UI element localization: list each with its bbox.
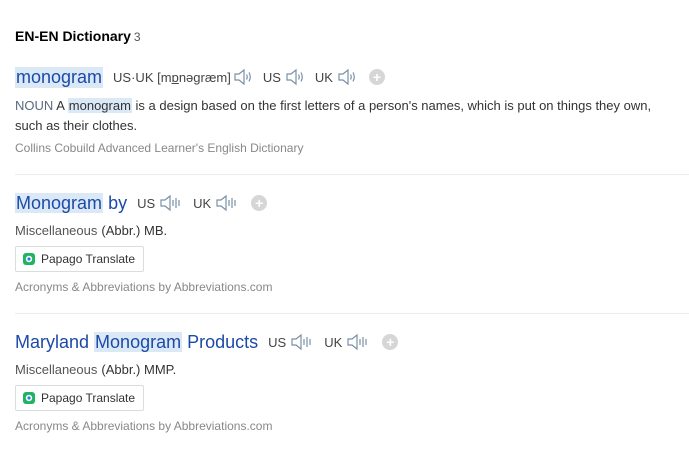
entry-word-link[interactable]: Monogram by <box>15 192 128 214</box>
pron-label-usuk: US·UK <box>113 69 154 85</box>
pronunciation-usuk: US·UK [m ɒ nəgræm] <box>113 68 253 86</box>
papago-translate-label: Papago Translate <box>41 391 136 405</box>
speaker-icon[interactable] <box>233 68 253 86</box>
papago-icon <box>23 253 35 265</box>
pron-label-us: US <box>262 69 281 85</box>
section-title: EN-EN Dictionary 3 <box>15 28 141 44</box>
pronunciation-uk: UK <box>324 333 370 351</box>
section-title-text: EN-EN Dictionary <box>15 28 131 44</box>
speaker-icon[interactable] <box>215 194 239 212</box>
entry-maryland-monogram-products: Maryland Monogram Products US UK + Misce… <box>15 330 689 433</box>
abbreviation: (Abbr.) MMP. <box>101 362 177 377</box>
category: Miscellaneous <box>15 223 98 238</box>
category-line: Miscellaneous (Abbr.) MB. <box>15 223 689 238</box>
dictionary-source: Collins Cobuild Advanced Learner's Engli… <box>15 141 304 155</box>
papago-translate-label: Papago Translate <box>41 252 136 266</box>
definition-highlight: monogram <box>67 98 132 113</box>
speaker-icon[interactable] <box>346 333 370 351</box>
papago-translate-button[interactable]: Papago Translate <box>15 246 145 272</box>
speaker-icon[interactable] <box>159 194 183 212</box>
pron-label-uk: UK <box>314 69 333 85</box>
entry-word-highlight: Monogram <box>94 331 183 352</box>
dictionary-panel: EN-EN Dictionary 3 monogram US·UK [m ɒ nəgr… <box>0 0 689 467</box>
category-line: Miscellaneous (Abbr.) MMP. <box>15 362 689 377</box>
ipa-part-3: nəgræm] <box>178 69 231 85</box>
speaker-icon[interactable] <box>290 333 314 351</box>
pron-label-uk: UK <box>193 195 212 211</box>
entry-monogram-by: Monogram by US UK + Miscellaneous (Abbr.)… <box>15 191 689 294</box>
pron-label-uk: UK <box>324 334 343 350</box>
entry-word-highlight: Monogram <box>15 192 104 213</box>
pronunciation-us: US <box>268 333 314 351</box>
papago-icon <box>23 392 35 404</box>
entry-word-post: Products <box>187 331 259 352</box>
result-count: 3 <box>133 30 141 44</box>
ipa-part-1: [m <box>157 69 172 85</box>
entry-divider <box>15 174 689 175</box>
part-of-speech: NOUN <box>15 98 54 113</box>
pronunciation-uk: UK <box>315 68 357 86</box>
definition-pre: A <box>56 98 65 113</box>
entry-divider <box>15 313 689 314</box>
dictionary-source: Acronyms & Abbreviations by Abbreviation… <box>15 280 273 294</box>
pron-label-us: US <box>268 334 287 350</box>
speaker-icon[interactable] <box>285 68 305 86</box>
pronunciation-us: US <box>263 68 305 86</box>
papago-translate-button[interactable]: Papago Translate <box>15 385 145 411</box>
add-icon[interactable]: + <box>382 334 399 350</box>
speaker-icon[interactable] <box>337 68 357 86</box>
definition: NOUN A monogram is a design based on the… <box>15 96 675 136</box>
dictionary-source: Acronyms & Abbreviations by Abbreviation… <box>15 419 273 433</box>
entry-word-rest: by <box>108 192 128 213</box>
entry-word-link[interactable]: monogram <box>15 66 104 88</box>
entry-monogram: monogram US·UK [m ɒ nəgræm] US UK + NOUN A… <box>15 65 689 155</box>
ipa-part-2: ɒ <box>171 69 179 85</box>
pron-label-us: US <box>137 195 156 211</box>
add-icon[interactable]: + <box>251 195 268 211</box>
entry-word-link[interactable]: Maryland Monogram Products <box>15 331 259 353</box>
add-icon[interactable]: + <box>368 69 385 85</box>
abbreviation: (Abbr.) MB. <box>101 223 168 238</box>
category: Miscellaneous <box>15 362 98 377</box>
entry-word-pre: Maryland <box>15 331 90 352</box>
pronunciation-uk: UK <box>193 194 239 212</box>
pronunciation-us: US <box>137 194 183 212</box>
